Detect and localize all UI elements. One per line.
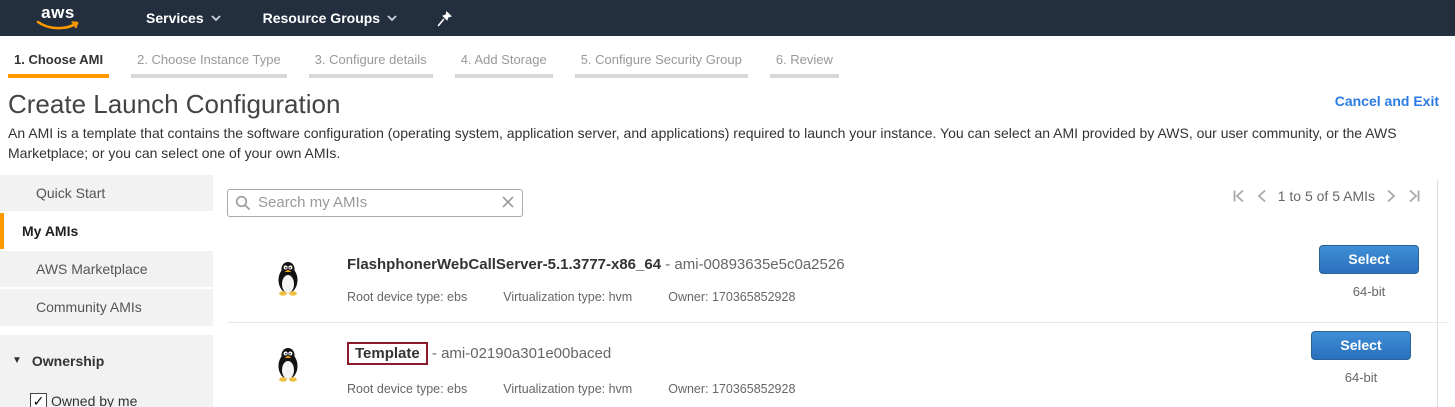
chevron-down-icon (211, 15, 221, 21)
ami-row: Template - ami-02190a301e00baced Root de… (227, 322, 1447, 407)
ownership-filter-toggle[interactable]: ▼ Ownership (12, 353, 213, 369)
select-button[interactable]: Select (1319, 245, 1419, 274)
filters-panel: ▼ Ownership ✓ Owned by me (0, 335, 213, 407)
collapse-triangle-icon: ▼ (12, 355, 22, 366)
sidebar-item-my-amis[interactable]: My AMIs (0, 213, 213, 249)
ami-category-sidebar: Quick Start My AMIs AWS Marketplace Comm… (0, 175, 213, 407)
aws-smile-icon (36, 20, 80, 31)
nav-resource-groups-label: Resource Groups (263, 10, 380, 26)
ami-architecture: 64-bit (1311, 370, 1411, 385)
search-icon (235, 195, 251, 211)
ami-virtualization: Virtualization type: hvm (503, 290, 632, 304)
ami-root-device: Root device type: ebs (347, 290, 467, 304)
top-nav-bar: aws Services Resource Groups (0, 0, 1455, 36)
cancel-and-exit-link[interactable]: Cancel and Exit (1335, 93, 1439, 109)
chevron-down-icon (387, 15, 397, 21)
tab-configure-details[interactable]: 3. Configure details (309, 52, 433, 78)
ami-architecture: 64-bit (1319, 284, 1419, 299)
sidebar-item-aws-marketplace[interactable]: AWS Marketplace (0, 251, 213, 287)
ami-virtualization: Virtualization type: hvm (503, 382, 632, 396)
nav-services-menu[interactable]: Services (146, 10, 221, 26)
tab-choose-ami[interactable]: 1. Choose AMI (8, 52, 109, 78)
tab-configure-security-group[interactable]: 5. Configure Security Group (575, 52, 748, 78)
ami-id: - ami-02190a301e00baced (428, 345, 611, 362)
pagination: 1 to 5 of 5 AMIs (1232, 188, 1421, 204)
aws-logo[interactable]: aws (36, 5, 80, 31)
first-page-icon[interactable] (1232, 189, 1245, 203)
search-box (227, 189, 523, 217)
ami-id: - ami-00893635e5c0a2526 (661, 256, 844, 273)
tab-add-storage[interactable]: 4. Add Storage (455, 52, 553, 78)
ami-list-panel: 1 to 5 of 5 AMIs (213, 175, 1455, 407)
ami-name: FlashphonerWebCallServer-5.1.3777-x86_64 (347, 256, 661, 273)
next-page-icon[interactable] (1387, 189, 1396, 203)
ami-root-device: Root device type: ebs (347, 382, 467, 396)
ami-title: FlashphonerWebCallServer-5.1.3777-x86_64… (347, 256, 845, 273)
linux-icon (275, 346, 301, 382)
pagination-range: 1 to 5 of 5 AMIs (1278, 188, 1375, 204)
nav-resource-groups-menu[interactable]: Resource Groups (263, 10, 397, 26)
clear-icon[interactable] (501, 195, 515, 209)
sidebar-item-community-amis[interactable]: Community AMIs (0, 289, 213, 325)
ami-owner: Owner: 170365852928 (668, 382, 795, 396)
nav-services-label: Services (146, 10, 204, 26)
search-input[interactable] (227, 189, 523, 217)
sidebar-item-quick-start[interactable]: Quick Start (0, 175, 213, 211)
ami-title: Template - ami-02190a301e00baced (347, 342, 795, 365)
tab-review[interactable]: 6. Review (770, 52, 839, 78)
ami-name-highlight-box: Template (347, 342, 428, 365)
aws-logo-text: aws (41, 5, 75, 20)
owned-by-me-option: ✓ Owned by me (30, 393, 213, 407)
page-title: Create Launch Configuration (8, 89, 340, 120)
tab-choose-instance-type[interactable]: 2. Choose Instance Type (131, 52, 287, 78)
page-description: An AMI is a template that contains the s… (0, 120, 1455, 164)
last-page-icon[interactable] (1408, 189, 1421, 203)
ami-owner: Owner: 170365852928 (668, 290, 795, 304)
ami-row: FlashphonerWebCallServer-5.1.3777-x86_64… (227, 237, 1455, 322)
select-button[interactable]: Select (1311, 331, 1411, 360)
prev-page-icon[interactable] (1257, 189, 1266, 203)
linux-icon (275, 260, 301, 296)
owned-by-me-label: Owned by me (51, 393, 137, 407)
wizard-steps: 1. Choose AMI 2. Choose Instance Type 3.… (0, 36, 1455, 78)
owned-by-me-checkbox[interactable]: ✓ (30, 393, 47, 407)
pin-icon[interactable] (437, 10, 453, 27)
ownership-filter-label: Ownership (32, 353, 104, 369)
